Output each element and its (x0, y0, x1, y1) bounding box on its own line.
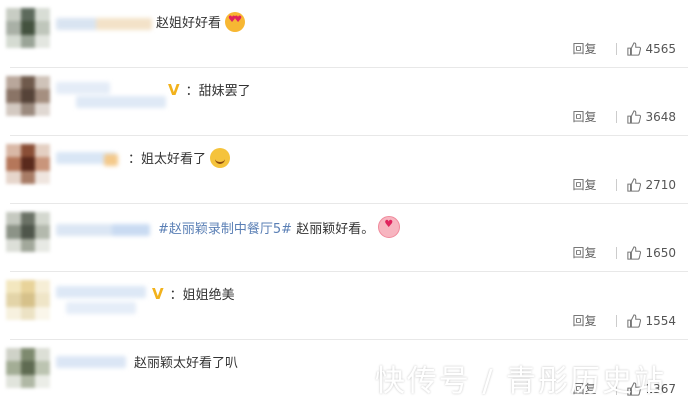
avatar[interactable] (6, 144, 50, 184)
action-divider (616, 42, 618, 55)
comment-text: 赵姐好好看 (156, 12, 246, 32)
username-blurred[interactable] (56, 216, 152, 250)
comment-item: 赵姐好好看 回复 4565 (0, 0, 688, 68)
username-blurred[interactable] (56, 80, 168, 114)
avatar[interactable] (6, 280, 50, 320)
action-divider (616, 178, 618, 191)
like-count: 2710 (645, 177, 676, 192)
comment-text: V ：甜妹罢了 (168, 81, 251, 99)
reply-button[interactable]: 回复 (572, 312, 596, 329)
username-blurred[interactable] (56, 148, 120, 182)
username-blurred[interactable] (56, 12, 152, 46)
reply-button[interactable]: 回复 (572, 40, 596, 57)
kiss-emoji-icon (378, 216, 401, 238)
comment-actions: 回复 2710 (572, 176, 676, 193)
vip-badge-icon: V (168, 81, 180, 99)
comment-item: ：姐太好看了 回复 2710 (0, 136, 688, 204)
username-blurred[interactable] (56, 284, 148, 318)
comment-item: V ：姐姐绝美 回复 1554 (0, 272, 688, 340)
thumbs-up-icon[interactable] (627, 109, 642, 124)
like-count: 4565 (645, 41, 676, 56)
thumbs-up-icon[interactable] (627, 245, 642, 260)
comment-actions: 回复 1650 (572, 244, 676, 261)
comment-text: ：姐太好看了 (128, 148, 231, 168)
thumbs-up-icon[interactable] (627, 313, 642, 328)
like-count: 3648 (645, 109, 676, 124)
comment-actions: 回复 3648 (572, 108, 676, 125)
watermark-text: 快传号 / 青彤历史站 (374, 364, 666, 399)
comment-item: V ：甜妹罢了 回复 3648 (0, 68, 688, 136)
heart-eyes-emoji-icon (225, 12, 246, 32)
thumbs-up-icon[interactable] (627, 41, 642, 56)
reply-button[interactable]: 回复 (572, 108, 596, 125)
action-divider (616, 314, 618, 327)
avatar[interactable] (6, 348, 50, 388)
comment-actions: 回复 4565 (572, 40, 676, 57)
comment-text: 赵丽颖太好看了叭 (134, 356, 239, 371)
hashtag-link[interactable]: #赵丽颖录制中餐厅5# (158, 222, 292, 237)
comment-text: V ：姐姐绝美 (152, 285, 235, 303)
vip-badge-icon: V (152, 285, 164, 303)
username-blurred[interactable] (56, 352, 128, 386)
comment-text: #赵丽颖录制中餐厅5# 赵丽颖好看。 (158, 216, 401, 238)
action-divider (616, 246, 618, 259)
comment-actions: 回复 1554 (572, 312, 676, 329)
avatar[interactable] (6, 8, 50, 48)
reply-button[interactable]: 回复 (572, 176, 596, 193)
avatar[interactable] (6, 76, 50, 116)
comment-item: #赵丽颖录制中餐厅5# 赵丽颖好看。 回复 1650 (0, 204, 688, 272)
action-divider (616, 110, 618, 123)
like-count: 1554 (645, 313, 676, 328)
avatar[interactable] (6, 212, 50, 252)
thumbs-up-icon[interactable] (627, 177, 642, 192)
reply-button[interactable]: 回复 (572, 244, 596, 261)
like-count: 1650 (645, 245, 676, 260)
smile-emoji-icon (210, 148, 231, 168)
